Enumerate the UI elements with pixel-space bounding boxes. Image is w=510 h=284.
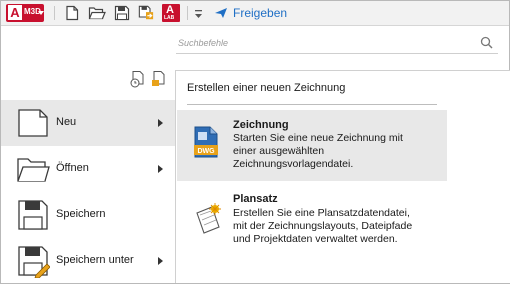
send-icon [215, 8, 227, 18]
menu-item-label: Speichern [56, 208, 106, 220]
menu-item-save[interactable]: Speichern [1, 192, 175, 238]
option-description-line: und Projektdaten verwaltet werden. [233, 233, 398, 245]
folder-open-icon[interactable] [88, 5, 106, 21]
new-file-icon [18, 109, 48, 137]
quick-access-toolbar: A M3D A LAB Freigeben [1, 1, 509, 26]
option-description-line: Starten Sie eine neue Zeichnung mit [233, 132, 403, 144]
submenu-panel: Erstellen einer neuen Zeichnung DWG Zeic… [175, 70, 510, 283]
menu-item-save-as[interactable]: Speichern unter [1, 238, 175, 284]
menu-item-open[interactable]: Öffnen [1, 146, 175, 192]
search-icon[interactable] [480, 36, 493, 49]
dwg-file-icon: DWG [194, 126, 218, 158]
option-description: Starten Sie eine neue Zeichnung mit eine… [233, 132, 438, 171]
application-menu-list: Neu Öffnen Speichern Speichern unter [1, 100, 175, 282]
toolbar-divider [54, 6, 55, 20]
share-label: Freigeben [233, 6, 288, 20]
option-description-line: einer ausgewählten [233, 145, 325, 157]
option-description-line: Erstellen Sie eine Plansatzdatendatei, [233, 207, 410, 219]
option-sheet-set[interactable]: Plansatz Erstellen Sie eine Plansatzdate… [177, 185, 447, 257]
option-title: Plansatz [233, 193, 278, 205]
panel-divider [187, 104, 437, 105]
application-menu-button[interactable]: A M3D [6, 4, 44, 22]
chevron-right-icon [158, 119, 163, 127]
chevron-down-icon [38, 11, 44, 15]
app-logo-letter: A [8, 5, 22, 20]
panel-title: Erstellen einer neuen Zeichnung [187, 82, 346, 94]
sheet-set-icon [196, 203, 221, 234]
menu-item-new[interactable]: Neu [1, 100, 175, 146]
chevron-right-icon [158, 257, 163, 265]
customize-toolbar-icon[interactable] [194, 7, 204, 23]
open-documents-icon[interactable] [151, 70, 167, 88]
search-box [176, 33, 498, 54]
search-input[interactable] [176, 35, 468, 51]
lab-badge: LAB [164, 15, 175, 21]
save-as-icon [18, 246, 50, 278]
option-title: Zeichnung [233, 119, 289, 131]
recent-documents-icon[interactable] [130, 70, 146, 88]
menu-item-label: Öffnen [56, 162, 89, 174]
option-description-line: Zeichnungsvorlagendatei. [233, 158, 354, 170]
save-icon [18, 200, 48, 230]
autocad-lab-icon[interactable]: A LAB [162, 4, 180, 22]
new-file-icon[interactable] [65, 5, 79, 21]
option-description-line: mit der Zeichnungslayouts, Dateipfade [233, 220, 413, 232]
save-icon[interactable] [114, 5, 130, 21]
option-new-drawing[interactable]: DWG Zeichnung Starten Sie eine neue Zeic… [177, 110, 447, 181]
chevron-right-icon [158, 165, 163, 173]
option-description: Erstellen Sie eine Plansatzdatendatei, m… [233, 207, 438, 246]
menu-item-label: Speichern unter [56, 254, 134, 266]
toolbar-divider [187, 6, 188, 20]
dwg-file-label: DWG [197, 148, 215, 155]
save-to-web-icon[interactable] [137, 5, 155, 21]
menu-item-label: Neu [56, 116, 77, 128]
folder-open-icon [17, 158, 50, 182]
